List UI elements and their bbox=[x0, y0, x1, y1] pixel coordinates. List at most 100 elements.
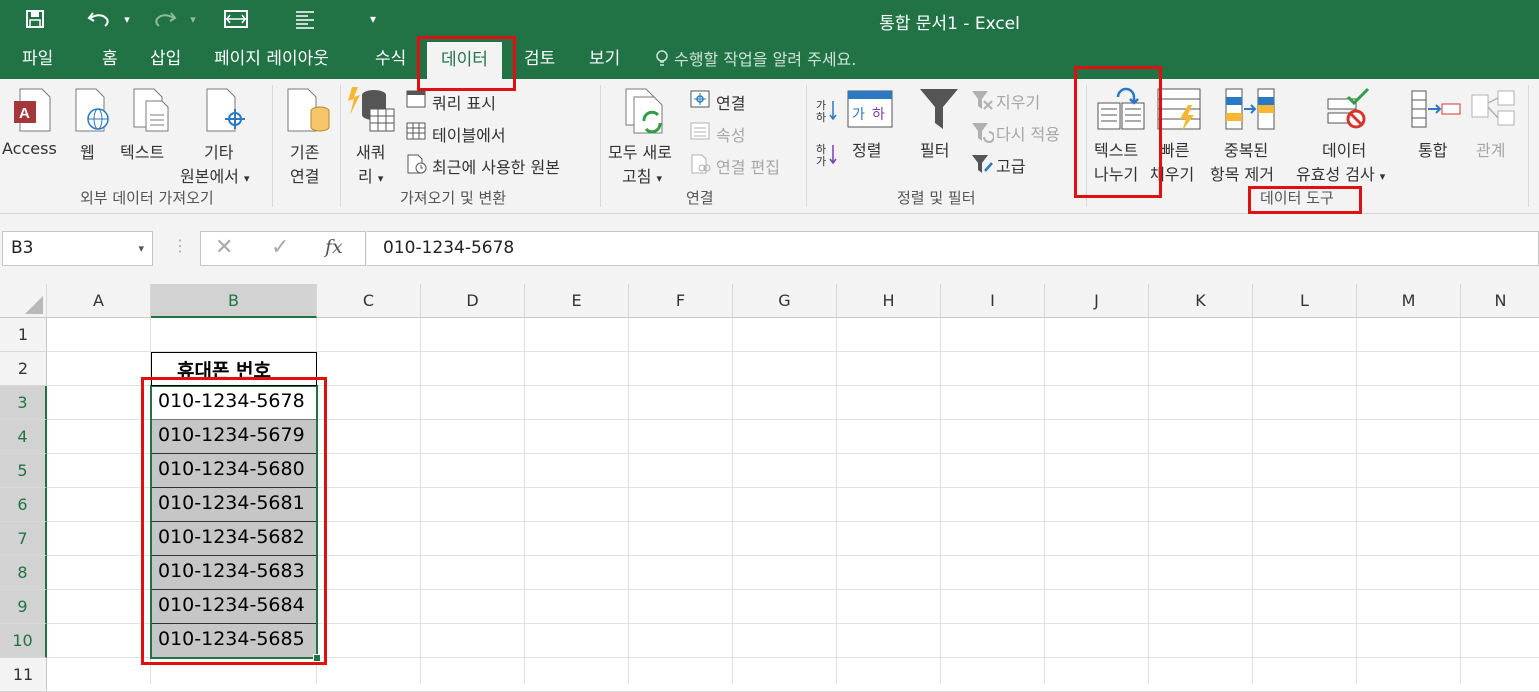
column-header-a[interactable]: A bbox=[47, 284, 151, 318]
text-button[interactable]: 텍스트 bbox=[120, 139, 164, 163]
sort-button[interactable]: 정렬 bbox=[852, 137, 881, 161]
column-header-l[interactable]: L bbox=[1253, 284, 1357, 318]
row-header-2[interactable]: 2 bbox=[0, 352, 47, 386]
title-bar: ▾ ▾ ▾ 통합 문서1 - Excel bbox=[0, 0, 1539, 40]
connections-icon bbox=[690, 90, 710, 112]
svg-text:하: 하 bbox=[872, 107, 885, 123]
cell-b7[interactable]: 010-1234-5682 bbox=[151, 526, 305, 548]
access-button[interactable]: Access bbox=[2, 139, 57, 158]
row-header-3[interactable]: 3 bbox=[0, 386, 47, 420]
reapply-button[interactable]: 다시 적용 bbox=[996, 121, 1060, 145]
tab-home[interactable]: 홈 bbox=[102, 40, 118, 79]
tab-formulas[interactable]: 수식 bbox=[375, 40, 406, 79]
cell-b4[interactable]: 010-1234-5679 bbox=[151, 424, 305, 446]
row-header-7[interactable]: 7 bbox=[0, 522, 47, 556]
tab-view[interactable]: 보기 bbox=[589, 40, 620, 79]
existing-connections-line1[interactable]: 기존 bbox=[290, 139, 319, 163]
column-header-d[interactable]: D bbox=[421, 284, 525, 318]
other-sources-button-line2[interactable]: 원본에서 ▾ bbox=[180, 163, 250, 187]
cell-b6[interactable]: 010-1234-5681 bbox=[151, 492, 305, 514]
row-header-9[interactable]: 9 bbox=[0, 590, 47, 624]
flash-fill-line2[interactable]: 채우기 bbox=[1150, 161, 1194, 185]
cell-b5[interactable]: 010-1234-5680 bbox=[151, 458, 305, 480]
row-header-11[interactable]: 11 bbox=[0, 658, 47, 692]
new-query-line1[interactable]: 새쿼 bbox=[356, 139, 385, 163]
column-header-g[interactable]: G bbox=[733, 284, 837, 318]
tab-file[interactable]: 파일 bbox=[22, 40, 53, 79]
flash-fill-line1[interactable]: 빠른 bbox=[1160, 137, 1189, 161]
chevron-down-icon[interactable]: ▾ bbox=[138, 232, 144, 265]
enter-icon[interactable]: ✓ bbox=[271, 235, 289, 260]
row-header-6[interactable]: 6 bbox=[0, 488, 47, 522]
group-separator bbox=[272, 85, 273, 207]
text-to-columns-line1[interactable]: 텍스트 bbox=[1094, 137, 1138, 161]
recent-sources-button[interactable]: 최근에 사용한 원본 bbox=[432, 154, 560, 178]
text-to-columns-line2[interactable]: 나누기 bbox=[1094, 161, 1138, 185]
name-box[interactable]: B3 ▾ bbox=[2, 231, 153, 266]
tab-insert[interactable]: 삽입 bbox=[150, 40, 181, 79]
filter-button[interactable]: 필터 bbox=[920, 137, 949, 161]
new-query-line2[interactable]: 리 ▾ bbox=[358, 163, 383, 187]
other-sources-button-line1[interactable]: 기타 bbox=[204, 139, 233, 163]
web-button[interactable]: 웹 bbox=[80, 139, 95, 163]
row-header-10[interactable]: 10 bbox=[0, 624, 47, 658]
existing-connections-line2[interactable]: 연결 bbox=[290, 163, 319, 187]
data-validation-line2[interactable]: 유효성 검사 ▾ bbox=[1296, 161, 1385, 185]
row-header-4[interactable]: 4 bbox=[0, 420, 47, 454]
column-header-i[interactable]: I bbox=[941, 284, 1045, 318]
consolidate-icon bbox=[1410, 89, 1462, 133]
column-header-k[interactable]: K bbox=[1149, 284, 1253, 318]
select-all-corner[interactable] bbox=[0, 284, 47, 318]
data-validation-line1[interactable]: 데이터 bbox=[1322, 137, 1366, 161]
relationships-button[interactable]: 관계 bbox=[1476, 137, 1505, 161]
cell-b10[interactable]: 010-1234-5685 bbox=[151, 628, 305, 650]
consolidate-button[interactable]: 통합 bbox=[1418, 137, 1447, 161]
column-header-f[interactable]: F bbox=[629, 284, 733, 318]
advanced-button[interactable]: 고급 bbox=[996, 153, 1025, 177]
reapply-icon bbox=[970, 121, 995, 147]
clear-button[interactable]: 지우기 bbox=[996, 89, 1040, 113]
tell-me-box[interactable]: 수행할 작업을 알려 주세요. bbox=[655, 40, 856, 79]
column-header-n[interactable]: N bbox=[1461, 284, 1539, 318]
row-header-1[interactable]: 1 bbox=[0, 318, 47, 352]
svg-text:가: 가 bbox=[852, 107, 865, 123]
edit-links-button[interactable]: 연결 편집 bbox=[716, 154, 780, 178]
column-header-h[interactable]: H bbox=[837, 284, 941, 318]
cell-b9[interactable]: 010-1234-5684 bbox=[151, 594, 305, 616]
cell-b8[interactable]: 010-1234-5683 bbox=[151, 560, 305, 582]
cell-b2[interactable]: 휴대폰 번호 bbox=[170, 356, 271, 383]
column-header-c[interactable]: C bbox=[317, 284, 421, 318]
cell-border bbox=[152, 487, 316, 488]
tab-data[interactable]: 데이터 bbox=[427, 42, 502, 79]
tab-page-layout[interactable]: 페이지 레이아웃 bbox=[214, 40, 329, 79]
name-box-value: B3 bbox=[11, 238, 34, 258]
group-connections-label: 연결 bbox=[686, 189, 714, 207]
connections-button[interactable]: 연결 bbox=[716, 90, 745, 114]
sort-ascending-icon[interactable]: 가하 bbox=[816, 97, 838, 127]
row-header-5[interactable]: 5 bbox=[0, 454, 47, 488]
remove-duplicates-line1[interactable]: 중복된 bbox=[1224, 137, 1268, 161]
show-query-button[interactable]: 쿼리 표시 bbox=[432, 90, 496, 114]
formula-input[interactable]: 010-1234-5678 bbox=[367, 231, 1539, 266]
column-header-e[interactable]: E bbox=[525, 284, 629, 318]
lightbulb-icon bbox=[655, 50, 674, 69]
column-header-b[interactable]: B bbox=[151, 284, 317, 318]
insert-function-icon[interactable]: fx bbox=[325, 236, 343, 258]
formula-buttons: ✕ ✓ fx bbox=[200, 231, 366, 266]
refresh-all-line1[interactable]: 모두 새로 bbox=[608, 139, 672, 163]
from-table-button[interactable]: 테이블에서 bbox=[432, 122, 506, 146]
sort-descending-icon[interactable]: 하가 bbox=[816, 141, 838, 171]
remove-duplicates-line2[interactable]: 항목 제거 bbox=[1210, 161, 1274, 185]
refresh-all-line2[interactable]: 고침 ▾ bbox=[622, 163, 662, 187]
cell-border bbox=[152, 521, 316, 522]
worksheet-grid[interactable]: ABCDEFGHIJKLMN 1 2 3 4 5 6 7 8 9 10 11 휴대폰 번호 010-… bbox=[0, 284, 1539, 692]
column-header-j[interactable]: J bbox=[1045, 284, 1149, 318]
fill-handle[interactable] bbox=[313, 654, 321, 662]
cell-b3[interactable]: 010-1234-5678 bbox=[151, 390, 305, 412]
column-header-m[interactable]: M bbox=[1357, 284, 1461, 318]
grid-line bbox=[940, 318, 941, 684]
tab-review[interactable]: 검토 bbox=[524, 40, 555, 79]
properties-button[interactable]: 속성 bbox=[716, 122, 745, 146]
cancel-icon[interactable]: ✕ bbox=[215, 235, 233, 260]
row-header-8[interactable]: 8 bbox=[0, 556, 47, 590]
